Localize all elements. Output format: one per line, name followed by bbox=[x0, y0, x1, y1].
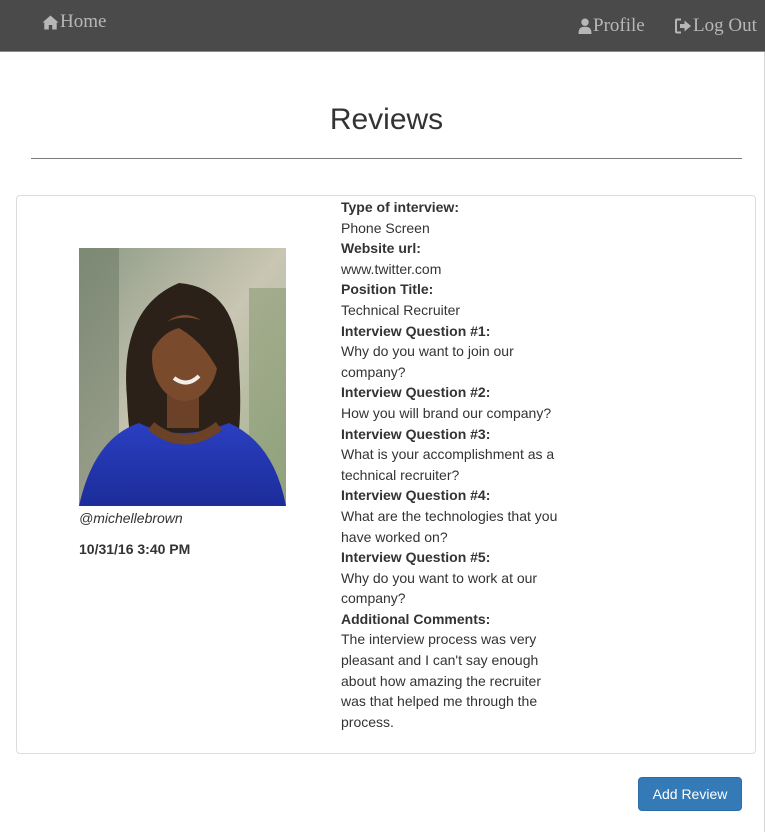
reviewer-photo bbox=[79, 248, 286, 506]
field-label-interview-type: Type of interview: bbox=[341, 199, 459, 215]
field-value-question-2: How you will brand our company? bbox=[341, 404, 552, 421]
field-label-question-4: Interview Question #4: bbox=[341, 487, 491, 504]
user-icon bbox=[578, 18, 592, 34]
field-label-question-2: Interview Question #2: bbox=[341, 384, 491, 401]
field-label-question-3: Interview Question #3: bbox=[341, 425, 491, 442]
nav-profile-link[interactable]: Profile bbox=[578, 14, 645, 38]
field-value-question-5: Why do you want to work at our company? bbox=[341, 569, 538, 607]
field-value-question-3: What is your accomplishment as a technic… bbox=[341, 446, 555, 483]
review-timestamp: 10/31/16 3:40 PM bbox=[79, 541, 191, 557]
field-label-additional-comments: Additional Comments: bbox=[341, 610, 491, 627]
field-value-question-1: Why do you want to join our company? bbox=[341, 343, 514, 380]
field-value-position-title: Technical Recruiter bbox=[341, 301, 461, 318]
title-divider bbox=[31, 158, 742, 159]
review-details: Type of interview: Phone Screen Website … bbox=[341, 197, 563, 732]
nav-logout-link[interactable]: Log Out bbox=[675, 14, 757, 38]
field-value-interview-type: Phone Screen bbox=[341, 219, 430, 236]
field-value-question-4: What are the technologies that you have … bbox=[341, 507, 558, 545]
nav-profile-label: Profile bbox=[593, 15, 645, 36]
reviewer-username: @michellebrown bbox=[79, 510, 183, 526]
nav-home-link[interactable]: Home bbox=[42, 10, 106, 34]
page-title: Reviews bbox=[329, 103, 444, 136]
field-label-position-title: Position Title: bbox=[341, 281, 434, 298]
field-value-website-url: www.twitter.com bbox=[341, 260, 442, 277]
home-icon bbox=[42, 15, 59, 29]
avatar bbox=[79, 248, 286, 506]
nav-home-label: Home bbox=[60, 11, 107, 32]
field-label-question-1: Interview Question #1: bbox=[341, 322, 491, 339]
field-value-additional-comments: The interview process was very pleasant … bbox=[341, 631, 541, 730]
field-label-website-url: Website url: bbox=[341, 240, 421, 257]
navbar: Home Profile Log Out bbox=[0, 0, 765, 52]
field-label-question-5: Interview Question #5: bbox=[341, 549, 491, 566]
nav-logout-label: Log Out bbox=[693, 15, 757, 36]
logout-icon bbox=[675, 18, 691, 34]
add-review-button[interactable]: Add Review bbox=[638, 777, 742, 811]
